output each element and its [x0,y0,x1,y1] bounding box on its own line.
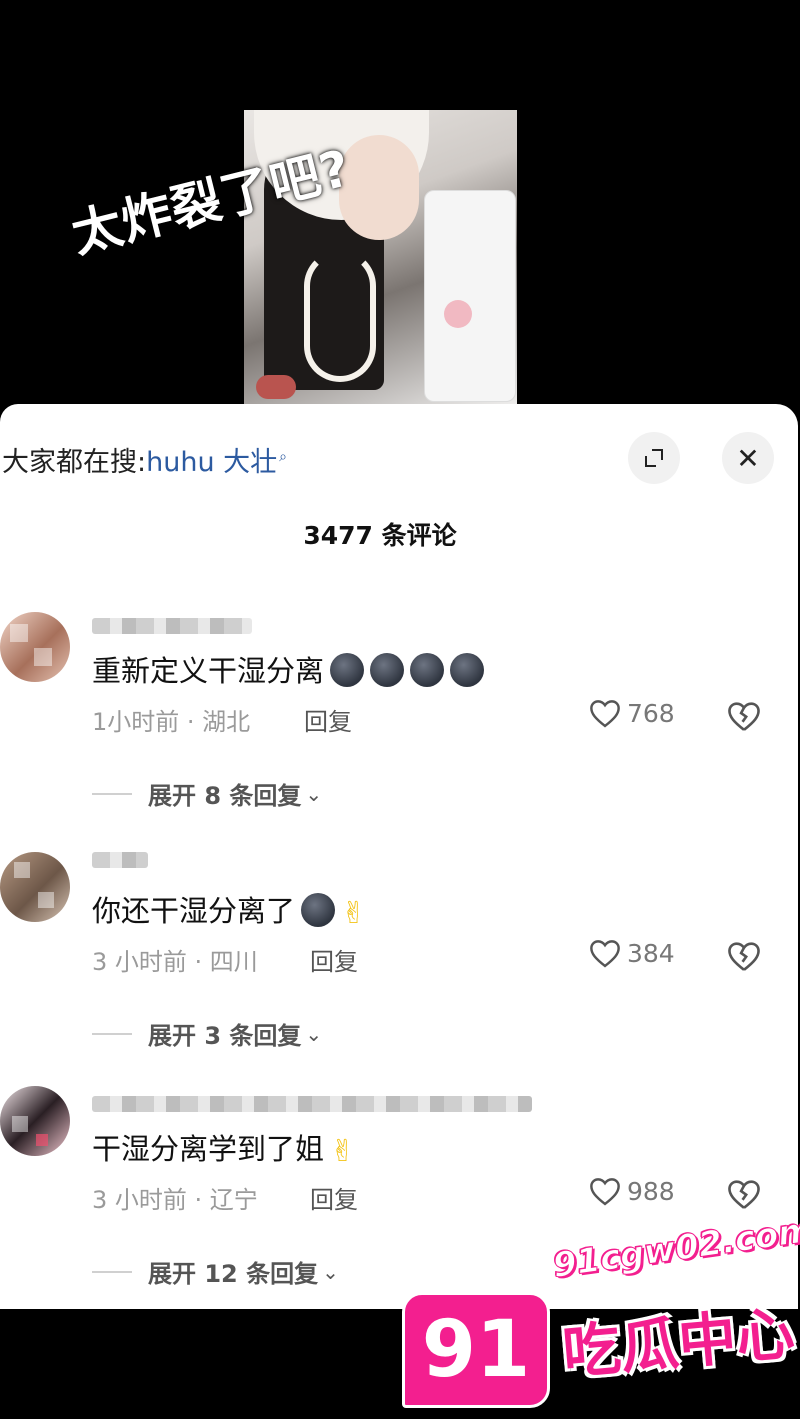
expand-button[interactable] [628,432,680,484]
comment-item: 重新定义干湿分离 1小时前 · 湖北 回复 768 展开 8 条回复 ⌄ [0,604,798,814]
emoji-dark-face-icon [370,653,405,687]
video-player[interactable]: 太炸裂了吧? [0,0,800,410]
search-suggestion-prefix: 大家都在搜: [2,447,147,478]
username-blurred[interactable] [92,852,148,868]
chevron-down-icon: ⌄ [305,781,323,806]
like-button[interactable]: 768 [588,698,675,728]
like-count: 768 [627,698,675,728]
search-icon: ⌕ [279,449,287,465]
reply-button[interactable]: 回复 [310,942,358,977]
emoji-dark-face-icon [301,893,336,927]
comment-text: 干湿分离学到了姐 ✌ [92,1132,356,1169]
heart-icon [590,700,620,728]
expand-icon [645,449,663,467]
like-count: 988 [627,1176,675,1206]
username-blurred[interactable] [92,1096,532,1112]
heart-icon [590,940,620,968]
comment-text: 你还干湿分离了 ✌ [92,893,367,931]
expand-replies-button[interactable]: 展开 8 条回复 ⌄ [92,776,322,811]
comment-meta: 3 小时前 · 四川 [92,948,258,976]
comment-meta: 1小时前 · 湖北 [92,708,251,736]
divider-dash [92,792,132,795]
emoji-strong-arm-icon: ✌ [341,895,367,931]
search-suggestion-term[interactable]: huhu 大壮 [146,447,277,478]
heart-icon [590,1178,620,1206]
avatar[interactable] [0,1086,70,1156]
watermark-logo-badge: 91 [402,1292,550,1408]
broken-heart-icon[interactable] [726,700,762,732]
broken-heart-icon[interactable] [726,940,762,972]
reply-button[interactable]: 回复 [310,1180,358,1215]
search-suggestion[interactable]: 大家都在搜:huhu 大壮 ⌕ [2,440,287,479]
avatar[interactable] [0,852,70,922]
emoji-finger-heart-icon: ✌ [330,1133,356,1169]
avatar[interactable] [0,612,70,682]
close-icon: ✕ [736,441,760,475]
chevron-down-icon: ⌄ [305,1021,323,1046]
broken-heart-icon[interactable] [726,1178,762,1210]
expand-replies-button[interactable]: 展开 3 条回复 ⌄ [92,1016,322,1051]
expand-replies-button[interactable]: 展开 12 条回复 ⌄ [92,1254,339,1289]
divider-dash [92,1270,132,1273]
emoji-dark-face-icon [450,653,485,687]
emoji-dark-face-icon [330,653,365,687]
comment-meta: 3 小时前 · 辽宁 [92,1186,258,1214]
chevron-down-icon: ⌄ [322,1259,339,1284]
emoji-dark-face-icon [410,653,445,687]
like-button[interactable]: 384 [588,938,675,968]
comment-text: 重新定义干湿分离 [92,648,485,690]
username-blurred[interactable] [92,618,252,634]
reply-button[interactable]: 回复 [304,702,352,737]
comment-item: 你还干湿分离了 ✌ 3 小时前 · 四川 回复 384 展开 3 条回复 ⌄ [0,844,798,1054]
comment-sheet: 大家都在搜:huhu 大壮 ⌕ ✕ 3477 条评论 重新定义干湿分离 1小时前 … [0,404,798,1309]
close-button[interactable]: ✕ [722,432,774,484]
like-count: 384 [627,938,675,968]
divider-dash [92,1032,132,1035]
comment-count-title: 3477 条评论 [303,521,457,550]
like-button[interactable]: 988 [588,1176,675,1206]
